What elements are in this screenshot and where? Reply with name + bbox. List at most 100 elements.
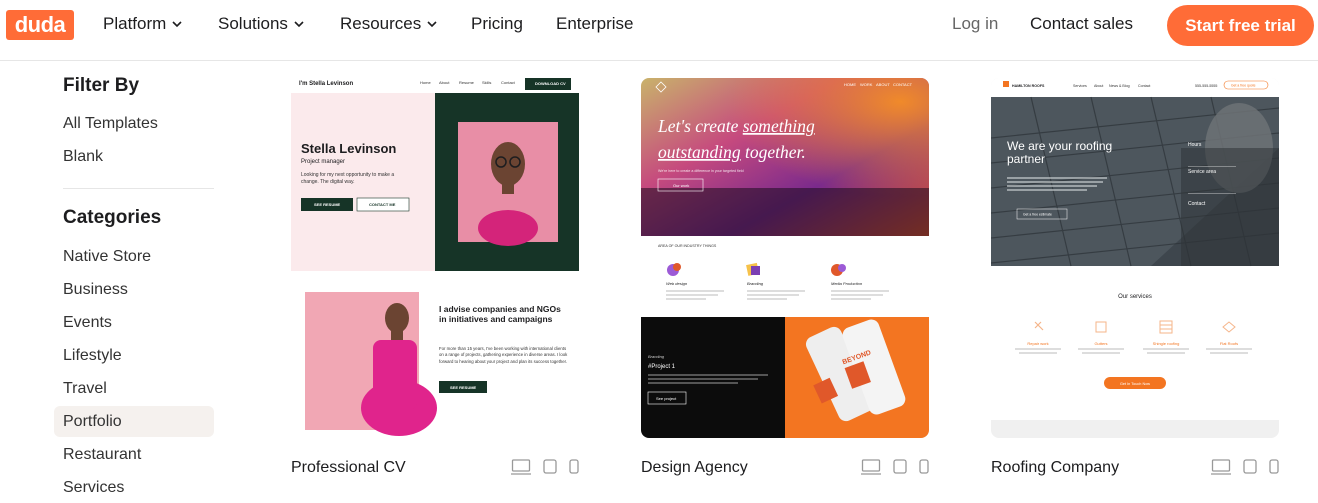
preview-brand: I'm Stella Levinson [299, 81, 353, 87]
chevron-down-icon [427, 21, 437, 28]
mobile-view-icon[interactable] [1269, 459, 1279, 479]
nav-enterprise-label: Enterprise [556, 14, 634, 33]
preview-menu-item: ABOUT [876, 82, 890, 87]
preview-menu-item: Contact [501, 80, 516, 85]
services-cta-button: Get In Touch Now [1120, 382, 1150, 386]
service-media-production: Media Production [831, 264, 889, 300]
category-business[interactable]: Business [54, 274, 214, 305]
start-free-trial-button[interactable]: Start free trial [1167, 5, 1314, 46]
preview-menu-item: Resume [459, 80, 475, 85]
category-restaurant[interactable]: Restaurant [54, 439, 214, 470]
preview-person-name: Stella Levinson [301, 141, 396, 156]
desktop-view-icon[interactable] [511, 459, 531, 481]
category-services[interactable]: Services [54, 472, 214, 503]
project-tag: Branding [648, 354, 665, 359]
preview-role: Project manager [301, 159, 345, 165]
category-portfolio[interactable]: Portfolio [54, 406, 214, 437]
preview-menu-item: Contact [1138, 84, 1150, 88]
preview-contact-button: CONTACT ME [369, 202, 396, 207]
info-hours: Hours [1188, 142, 1202, 148]
hero-text-underlined-2: outstanding [658, 142, 741, 162]
project-title: #Project 1 [648, 364, 676, 370]
device-preview-toggles [861, 459, 929, 481]
svg-text:Gutters: Gutters [1094, 341, 1107, 346]
preview-body: For more than 15 years, I've been workin… [439, 346, 568, 364]
template-preview[interactable]: HAMILTON ROOFS Services About News & Blo… [991, 78, 1279, 438]
nav-resources-label: Resources [340, 14, 422, 33]
duda-logo[interactable]: duda [6, 10, 74, 40]
svg-text:Flat Roofs: Flat Roofs [1220, 341, 1238, 346]
template-name: Roofing Company [991, 459, 1120, 476]
tablet-view-icon[interactable] [893, 459, 907, 479]
preview-menu-item: Skills [482, 80, 491, 85]
quote-button: Get a free quote [1231, 84, 1256, 88]
svg-text:Repair work: Repair work [1027, 341, 1048, 346]
preview-resume-button: SEE RESUME [314, 202, 341, 207]
nav-solutions-label: Solutions [218, 14, 288, 33]
nav-solutions[interactable]: Solutions [218, 14, 304, 34]
preview-menu-item: CONTACT [893, 82, 913, 87]
login-link[interactable]: Log in [952, 14, 998, 34]
preview-menu-item: Services [1073, 84, 1087, 88]
see-project-button: See project [656, 396, 677, 401]
category-lifestyle[interactable]: Lifestyle [54, 340, 214, 371]
template-name: Design Agency [641, 459, 748, 476]
sidebar-divider [63, 188, 214, 189]
filter-blank[interactable]: Blank [54, 141, 214, 172]
svg-text:outstanding together.: outstanding together. [658, 142, 806, 162]
mobile-view-icon[interactable] [569, 459, 579, 479]
svg-text:Media Production: Media Production [831, 281, 863, 286]
svg-text:Let's create something: Let's create something [657, 116, 815, 136]
hero-estimate-button: Get a free estimate [1023, 213, 1052, 217]
template-name: Professional CV [291, 459, 406, 476]
category-travel[interactable]: Travel [54, 373, 214, 404]
nav-pricing[interactable]: Pricing [471, 14, 523, 34]
info-contact: Contact [1188, 201, 1206, 207]
tablet-view-icon[interactable] [543, 459, 557, 479]
preview-menu-item: WORK [860, 82, 873, 87]
category-events[interactable]: Events [54, 307, 214, 338]
hero-our-work-button: Our work [673, 183, 689, 188]
desktop-view-icon[interactable] [861, 459, 881, 481]
device-preview-toggles [511, 459, 579, 481]
contact-sales-link[interactable]: Contact sales [1030, 14, 1133, 34]
preview-headline: I advise companies and NGOs in initiativ… [439, 304, 561, 324]
mobile-view-icon[interactable] [919, 459, 929, 479]
services-title: Our services [1118, 294, 1152, 300]
desktop-view-icon[interactable] [1211, 459, 1231, 481]
hero-text-end: together. [741, 142, 806, 162]
preview-menu-item: About [439, 80, 450, 85]
chevron-down-icon [294, 21, 304, 28]
roofing-phone: 555-555-5555 [1195, 84, 1217, 88]
nav-platform-label: Platform [103, 14, 167, 33]
preview-menu-item: HOME [844, 82, 856, 87]
device-preview-toggles [1211, 459, 1279, 481]
service-branding: Branding [746, 262, 805, 300]
chevron-down-icon [172, 21, 182, 28]
roofing-brand: HAMILTON ROOFS [1012, 84, 1045, 88]
roofing-logo-icon [1003, 81, 1009, 87]
nav-resources[interactable]: Resources [340, 14, 437, 34]
section-title: AREA OF OUR INDUSTRY THINGS [658, 244, 717, 248]
template-preview[interactable]: I'm Stella Levinson Home About Resume Sk… [291, 78, 579, 438]
template-preview[interactable]: HOME WORK ABOUT CONTACT Let's create som… [641, 78, 929, 438]
svg-text:Branding: Branding [747, 281, 764, 286]
roofing-hero-title: We are your roofing partner [1007, 140, 1113, 166]
nav-platform[interactable]: Platform [103, 14, 182, 34]
nav-pricing-label: Pricing [471, 14, 523, 33]
preview-menu-item: News & Blog [1109, 84, 1130, 88]
tablet-view-icon[interactable] [1243, 459, 1257, 479]
preview-menu-item: Home [420, 80, 431, 85]
categories-heading: Categories [63, 207, 162, 228]
info-service-area: Service area [1188, 169, 1216, 175]
top-nav: duda Platform Solutions Resources Pricin… [0, 0, 1318, 61]
preview-resume-button-2: SEE RESUME [450, 385, 477, 390]
preview-download-button: DOWNLOAD CV [535, 81, 566, 86]
preview-intro: Looking for my next opportunity to make … [301, 172, 395, 185]
filter-all-templates[interactable]: All Templates [54, 108, 214, 139]
hero-subtitle: We're here to create a difference in you… [658, 169, 744, 173]
filter-by-heading: Filter By [63, 75, 140, 96]
nav-enterprise[interactable]: Enterprise [556, 14, 633, 34]
svg-text:Shingle roofing: Shingle roofing [1153, 341, 1180, 346]
category-native-store[interactable]: Native Store [54, 241, 214, 272]
